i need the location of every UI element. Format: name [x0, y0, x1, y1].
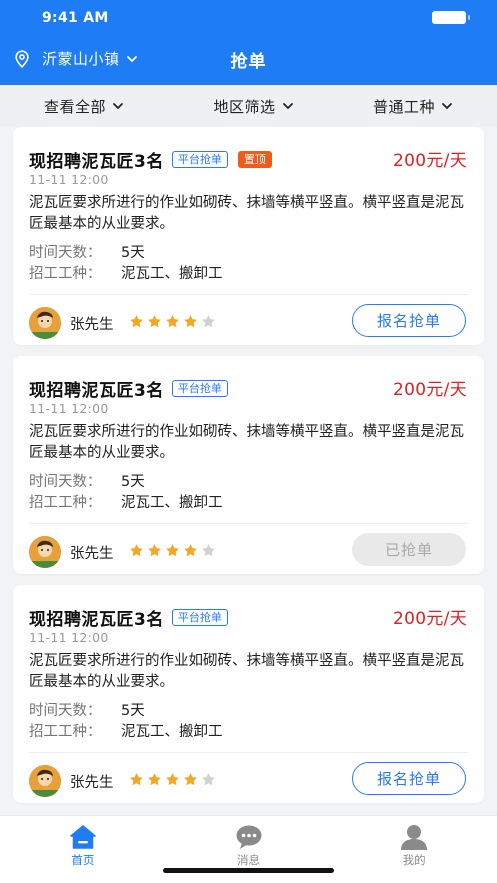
avatar [29, 307, 61, 339]
user-name: 张先生 [70, 317, 114, 333]
tab-label: 首页 [71, 853, 95, 867]
star-filled-icon [148, 315, 161, 328]
job-title: 现招聘泥瓦匠3名 [29, 152, 164, 172]
types-label: 招工工种： [29, 266, 102, 282]
rating-stars [129, 772, 219, 787]
status-time: 9:41 AM [42, 10, 109, 26]
star-empty-icon [202, 315, 215, 328]
platform-tag: 平台抢单 [171, 609, 228, 626]
types-value: 泥瓦工、搬卸工 [121, 266, 223, 282]
star-filled-icon [148, 773, 161, 786]
star-filled-icon [166, 773, 179, 786]
star-empty-icon [202, 544, 215, 557]
star-empty-icon [202, 773, 215, 786]
filter-label: 普通工种 [372, 97, 435, 116]
apply-button[interactable]: 报名抢单 [352, 762, 466, 795]
star-filled-icon [166, 315, 179, 328]
job-description: 泥瓦匠要求所进行的作业如砌砖、抹墙等横平竖直。横平竖直是泥瓦匠最基本的从业要求。 [29, 195, 464, 232]
divider [29, 752, 468, 753]
job-types: 招工工种： 泥瓦工、搬卸工 [29, 262, 223, 283]
job-time: 11-11 12:00 [29, 172, 109, 187]
tab-label: 我的 [402, 853, 426, 867]
page-title: 抢单 [230, 52, 267, 72]
job-card[interactable]: 现招聘泥瓦匠3名 平台抢单 200元/天 11-11 12:00 泥瓦匠要求所进… [13, 585, 484, 803]
home-icon [70, 825, 96, 849]
tab-profile[interactable]: 我的 [331, 816, 497, 883]
types-value: 泥瓦工、搬卸工 [121, 495, 223, 511]
days-label: 时间天数： [29, 474, 102, 490]
divider [29, 523, 468, 524]
star-filled-icon [184, 773, 197, 786]
job-days: 时间天数： 5天 [29, 699, 145, 720]
filter-view-all[interactable]: 查看全部 [0, 96, 177, 117]
job-description: 泥瓦匠要求所进行的作业如砌砖、抹墙等横平竖直。横平竖直是泥瓦匠最基本的从业要求。 [29, 653, 464, 690]
tab-home[interactable]: 首页 [0, 816, 166, 883]
star-filled-icon [184, 544, 197, 557]
days-label: 时间天数： [29, 703, 102, 719]
star-filled-icon [130, 773, 143, 786]
types-value: 泥瓦工、搬卸工 [121, 724, 223, 740]
job-title: 现招聘泥瓦匠3名 [29, 610, 164, 630]
filter-label: 查看全部 [44, 97, 107, 116]
types-label: 招工工种： [29, 724, 102, 740]
pinned-tag: 置顶 [237, 151, 272, 168]
status-bar: 9:41 AM [0, 0, 497, 36]
job-types: 招工工种： 泥瓦工、搬卸工 [29, 491, 223, 512]
avatar [29, 536, 61, 568]
home-indicator [163, 868, 334, 873]
days-value: 5天 [121, 474, 145, 490]
chevron-down-icon [113, 103, 123, 109]
grabbed-button[interactable]: 已抢单 [352, 533, 466, 566]
job-price: 200元/天 [393, 151, 467, 171]
days-value: 5天 [121, 703, 145, 719]
rating-stars [129, 314, 219, 329]
filter-job-type[interactable]: 普通工种 [320, 96, 497, 117]
chevron-down-icon [282, 103, 293, 109]
user-name: 张先生 [70, 775, 114, 791]
apply-button[interactable]: 报名抢单 [352, 304, 466, 337]
avatar [29, 765, 61, 797]
star-filled-icon [184, 315, 197, 328]
tab-label: 消息 [237, 853, 260, 867]
platform-tag: 平台抢单 [171, 380, 228, 397]
message-icon [236, 825, 261, 849]
job-time: 11-11 12:00 [29, 630, 109, 645]
days-value: 5天 [121, 245, 145, 261]
filter-bar: 查看全部 地区筛选 普通工种 [0, 85, 497, 127]
platform-tag: 平台抢单 [171, 151, 228, 168]
job-price: 200元/天 [393, 380, 467, 400]
job-description: 泥瓦匠要求所进行的作业如砌砖、抹墙等横平竖直。横平竖直是泥瓦匠最基本的从业要求。 [29, 424, 464, 461]
divider [29, 294, 468, 295]
nav-bar: 沂蒙山小镇 抢单 [0, 36, 497, 85]
filter-region[interactable]: 地区筛选 [177, 96, 320, 117]
profile-icon [401, 825, 428, 850]
job-title: 现招聘泥瓦匠3名 [29, 381, 164, 401]
job-types: 招工工种： 泥瓦工、搬卸工 [29, 720, 223, 741]
filter-label: 地区筛选 [213, 97, 276, 116]
job-card[interactable]: 现招聘泥瓦匠3名 平台抢单 200元/天 11-11 12:00 泥瓦匠要求所进… [13, 356, 484, 574]
star-filled-icon [130, 544, 143, 557]
job-card[interactable]: 现招聘泥瓦匠3名 平台抢单 置顶 200元/天 11-11 12:00 泥瓦匠要… [13, 127, 484, 345]
app-header: 9:41 AM 沂蒙山小镇 抢单 [0, 0, 497, 85]
job-days: 时间天数： 5天 [29, 241, 145, 262]
days-label: 时间天数： [29, 245, 102, 261]
job-time: 11-11 12:00 [29, 401, 109, 416]
job-days: 时间天数： 5天 [29, 470, 145, 491]
chevron-down-icon [442, 103, 452, 109]
star-filled-icon [130, 315, 143, 328]
user-name: 张先生 [70, 546, 114, 562]
types-label: 招工工种： [29, 495, 102, 511]
battery-icon [432, 11, 470, 24]
rating-stars [129, 543, 219, 558]
star-filled-icon [166, 544, 179, 557]
star-filled-icon [148, 544, 161, 557]
job-price: 200元/天 [393, 609, 467, 629]
